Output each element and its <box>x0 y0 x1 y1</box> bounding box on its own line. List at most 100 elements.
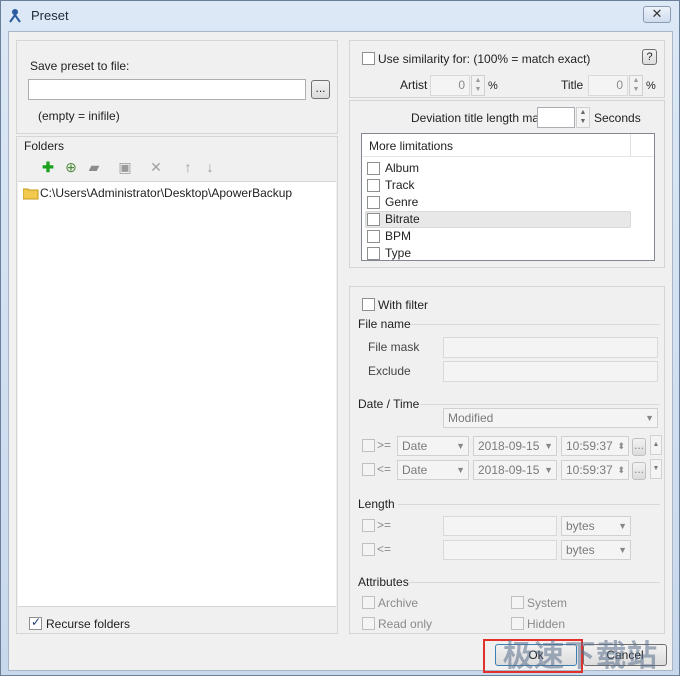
add-subfolder-icon[interactable]: ⊕ <box>62 158 80 176</box>
length-min-unit-select[interactable]: bytes ▼ <box>561 516 631 536</box>
chevron-down-icon: ▼ <box>652 465 660 472</box>
folder-icon <box>23 188 39 200</box>
list-item[interactable]: Track <box>365 177 631 194</box>
archive-checkbox[interactable] <box>362 596 375 609</box>
date-from-more-button[interactable]: ... <box>632 438 646 456</box>
move-up-icon[interactable]: ↑ <box>179 158 197 176</box>
deviation-spinner[interactable]: ▲ ▼ <box>576 107 590 128</box>
with-filter-label: With filter <box>378 298 429 312</box>
divider <box>410 324 660 325</box>
bitrate-checkbox[interactable] <box>367 213 380 226</box>
file-mask-input[interactable] <box>443 337 658 358</box>
title-bar: Preset ✕ <box>1 1 679 29</box>
list-item[interactable]: Type <box>365 245 631 262</box>
length-max-unit-value: bytes <box>566 543 595 557</box>
add-folder-icon[interactable]: ✚ <box>39 158 57 176</box>
length-max-input[interactable] <box>443 540 557 560</box>
length-max-op: <= <box>377 542 392 556</box>
date-to-checkbox[interactable] <box>362 463 375 476</box>
scroll-up-button[interactable]: ▲ <box>650 435 662 455</box>
genre-checkbox[interactable] <box>367 196 380 209</box>
save-preset-label: Save preset to file: <box>30 59 130 73</box>
length-max-unit-select[interactable]: bytes ▼ <box>561 540 631 560</box>
divider <box>398 504 660 505</box>
system-checkbox[interactable] <box>511 596 524 609</box>
preset-window: Preset ✕ Save preset to file: ... (empty… <box>0 0 680 676</box>
date-time-section: Date / Time <box>358 397 420 411</box>
artist-similarity-input[interactable]: 0 <box>430 75 470 96</box>
exclude-input[interactable] <box>443 361 658 382</box>
chevron-down-icon: ▼ <box>456 465 465 475</box>
length-min-checkbox[interactable] <box>362 519 375 532</box>
copy-icon[interactable]: ▣ <box>116 158 134 176</box>
date-to-op: <= <box>377 462 392 476</box>
track-checkbox[interactable] <box>367 179 380 192</box>
use-similarity-label: Use similarity for: (100% = match exact) <box>378 52 591 66</box>
bitrate-label: Bitrate <box>385 212 420 226</box>
length-min-unit-value: bytes <box>566 519 595 533</box>
filter-group: With filter File name File mask Exclude … <box>349 286 665 634</box>
length-max-checkbox[interactable] <box>362 543 375 556</box>
more-limitations-list[interactable]: More limitations Album Track Genre Bitra… <box>361 133 655 261</box>
chevron-down-icon: ▼ <box>544 465 553 475</box>
date-to-kind-value: Date <box>402 463 428 477</box>
folder-list[interactable]: C:\Users\Administrator\Desktop\ApowerBac… <box>18 181 336 607</box>
dialog-body: Save preset to file: ... (empty = inifil… <box>8 31 673 671</box>
read-only-checkbox[interactable] <box>362 617 375 630</box>
column-divider <box>630 134 631 156</box>
date-from-kind-select[interactable]: Date ▼ <box>397 436 469 456</box>
folder-path: C:\Users\Administrator\Desktop\ApowerBac… <box>40 186 293 200</box>
recurse-folders-checkbox[interactable] <box>29 615 42 630</box>
save-preset-hint: (empty = inifile) <box>38 109 120 123</box>
help-button[interactable]: ? <box>642 49 657 65</box>
date-to-kind-select[interactable]: Date ▼ <box>397 460 469 480</box>
deviation-input[interactable] <box>537 107 575 128</box>
close-button[interactable]: ✕ <box>643 6 671 23</box>
browse-button[interactable]: ... <box>311 80 330 99</box>
date-from-checkbox[interactable] <box>362 439 375 452</box>
album-checkbox[interactable] <box>367 162 380 175</box>
title-similarity-input[interactable]: 0 <box>588 75 628 96</box>
list-header: More limitations <box>362 134 654 157</box>
list-item[interactable]: Album <box>365 160 631 177</box>
album-label: Album <box>385 161 420 175</box>
list-item[interactable]: BPM <box>365 228 631 245</box>
list-item[interactable]: Genre <box>365 194 631 211</box>
length-min-op: >= <box>377 518 392 532</box>
list-item-selected[interactable]: Bitrate <box>365 211 631 228</box>
date-to-time-picker[interactable]: 10:59:37 ⬍ <box>561 460 629 480</box>
delete-icon[interactable]: ✕ <box>147 158 165 176</box>
date-mode-select[interactable]: Modified ▼ <box>443 408 658 428</box>
edit-folder-icon[interactable]: ▰ <box>85 158 103 176</box>
length-min-input[interactable] <box>443 516 557 536</box>
artist-unit: % <box>488 80 498 92</box>
artist-label: Artist <box>400 78 428 92</box>
bpm-checkbox[interactable] <box>367 230 380 243</box>
date-from-time-picker[interactable]: 10:59:37 ⬍ <box>561 436 629 456</box>
title-label: Title <box>561 78 584 92</box>
track-label: Track <box>385 178 415 192</box>
with-filter-checkbox[interactable] <box>362 298 375 311</box>
use-similarity-checkbox[interactable] <box>362 52 375 65</box>
date-from-date-picker[interactable]: 2018-09-15 ▼ <box>473 436 557 456</box>
watermark: 极速下载站 <box>503 639 658 674</box>
bpm-label: BPM <box>385 229 412 243</box>
artist-spinner[interactable]: ▲ ▼ <box>471 75 485 96</box>
chevron-down-icon: ▼ <box>544 441 553 451</box>
move-down-icon[interactable]: ↓ <box>201 158 219 176</box>
save-preset-input[interactable] <box>28 79 306 100</box>
scroll-down-button[interactable]: ▼ <box>650 459 662 479</box>
attributes-section: Attributes <box>358 575 409 589</box>
type-checkbox[interactable] <box>367 247 380 260</box>
date-from-time-value: 10:59:37 <box>566 439 613 453</box>
save-preset-group: Save preset to file: ... (empty = inifil… <box>16 40 338 134</box>
chevron-up-icon: ▲ <box>652 441 660 448</box>
deviation-label: Deviation title length max. <box>411 111 549 125</box>
file-mask-label: File mask <box>368 340 420 354</box>
folders-group: Folders ✚ ⊕ ▰ ▣ ✕ ↑ ↓ C:\Users\Administr… <box>16 136 338 634</box>
date-to-date-picker[interactable]: 2018-09-15 ▼ <box>473 460 557 480</box>
read-only-label: Read only <box>378 617 433 631</box>
hidden-checkbox[interactable] <box>511 617 524 630</box>
title-spinner[interactable]: ▲ ▼ <box>629 75 643 96</box>
date-to-more-button[interactable]: ... <box>632 462 646 480</box>
